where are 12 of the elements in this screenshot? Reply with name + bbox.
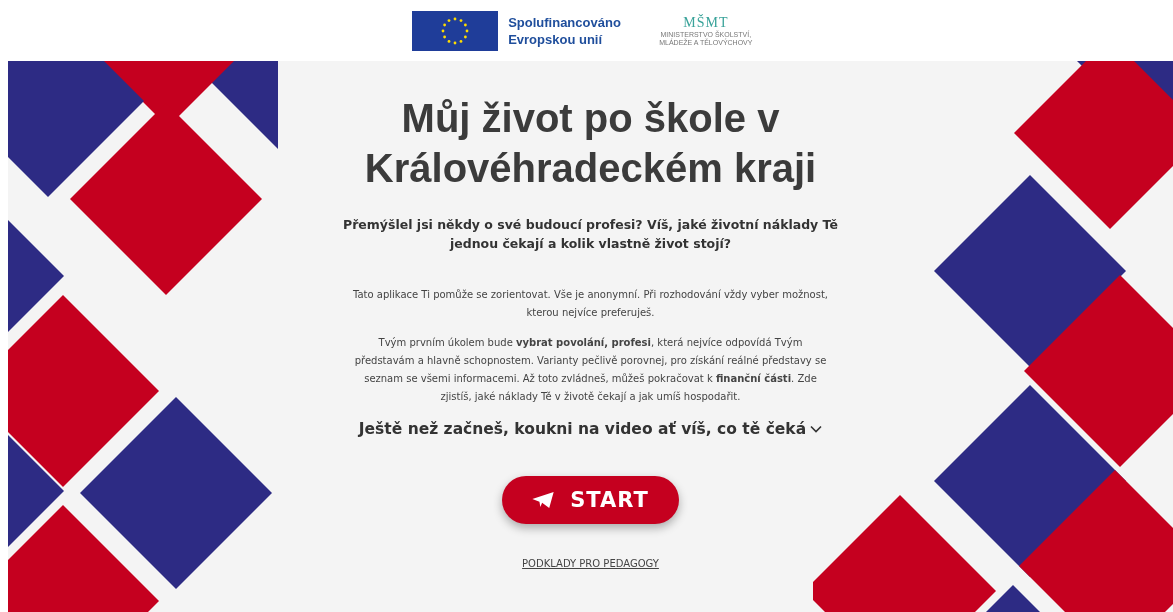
eu-flag-icon	[412, 10, 499, 51]
intro-question: Přemýšlel jsi někdy o své budoucí profesi? Víš, jaké životní náklady Tě jednou čekají a kolik vlastně život stojí?	[342, 216, 839, 253]
teacher-materials-link[interactable]: PODKLADY PRO PEDAGOGY	[522, 558, 659, 569]
paper-plane-icon	[532, 492, 555, 508]
intro-paragraph: Tato aplikace Ti pomůže se zorientovat. Vše je anonymní. Při rozhodování vždy vyber možnost, kterou nejvíce preferuješ.	[351, 288, 829, 320]
page-title: Můj život po škole v Královéhradeckém kraji	[363, 95, 818, 192]
intro-paragraph: Tvým prvním úkolem bude vybrat povolání, profesi, která nejvíce odpovídá Tvým představám a hlavně schopnostem. Varianty pečlivě porovnej, pro získání reálné představy se seznam se všemi informacemi. Až toto zvládneš, můžeš pokračovat k finanční části. Zde zjistíš, jaké náklady Tě v životě čekají a jak umíš hospodařit.	[353, 336, 828, 404]
eu-logo-text: Spolufinancováno Evropskou unií	[508, 13, 621, 48]
ministry-logo-mark: MŠMT	[683, 14, 729, 30]
chevron-icon	[810, 425, 823, 433]
start-button[interactable]: START	[502, 476, 679, 524]
video-toggle[interactable]: Ještě než začneš, koukni na video ať víš, co tě čeká	[358, 420, 823, 438]
